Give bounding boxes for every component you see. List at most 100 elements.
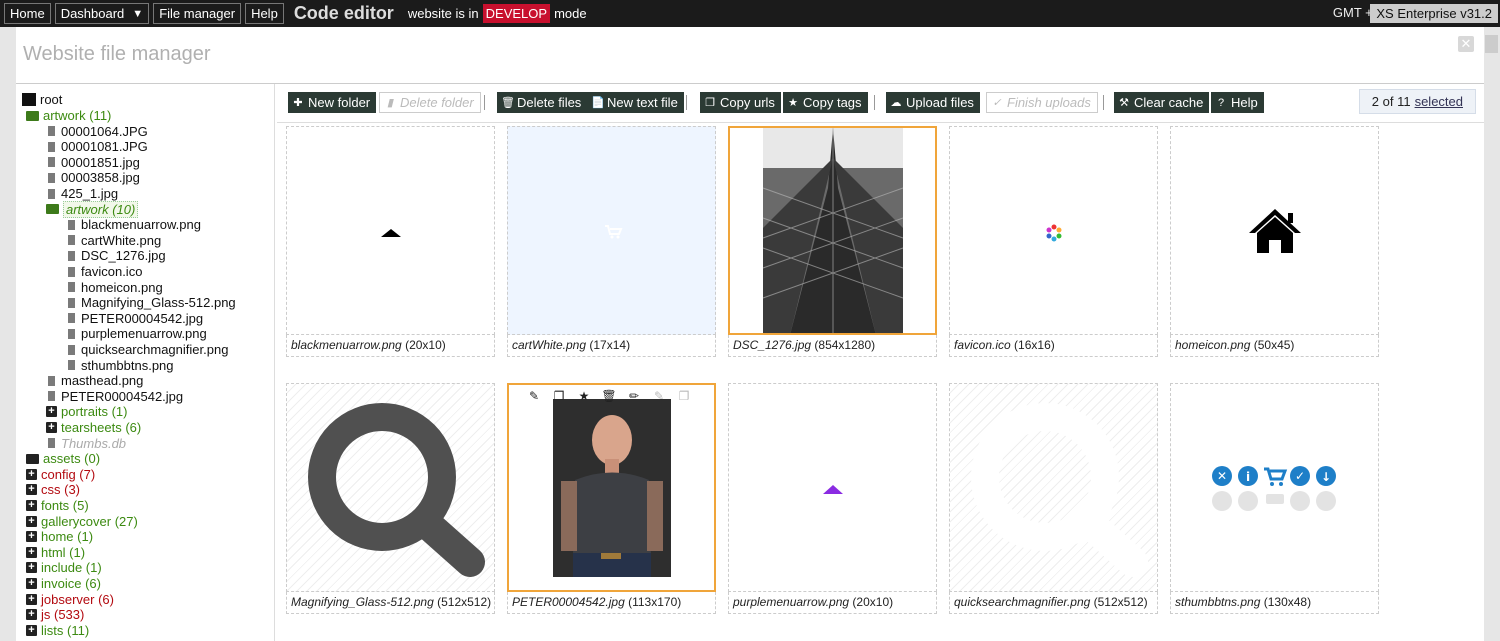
file-thumbnail[interactable] <box>949 383 1158 592</box>
tree-folder[interactable]: + config (7) <box>26 467 95 482</box>
tree-item-label: fonts (5) <box>41 498 89 513</box>
tree-folder[interactable]: + portraits (1) <box>46 404 127 419</box>
file-manager-dialog: Website file manager ✕ root artwork (11)… <box>16 27 1484 641</box>
tree-folder[interactable]: + css (3) <box>26 482 80 497</box>
duplicate-icon[interactable]: ❐ <box>676 389 692 403</box>
tree-file[interactable]: masthead.png <box>46 373 143 388</box>
tree-item-label: sthumbbtns.png <box>81 357 174 373</box>
trash-icon[interactable]: 🗑 <box>601 389 617 403</box>
tree-folder[interactable]: assets (0) <box>26 451 100 466</box>
home-button[interactable]: Home <box>4 3 51 24</box>
clear-cache-button[interactable]: ⚒ Clear cache <box>1114 92 1210 113</box>
tree-file[interactable]: blackmenuarrow.png <box>66 217 201 232</box>
tree-item-label: cartWhite.png <box>81 232 162 248</box>
file-manager-button[interactable]: File manager <box>153 3 242 24</box>
tree-file[interactable]: quicksearchmagnifier.png <box>66 342 228 357</box>
file-tile[interactable]: ✕ i ✓ ↓ sthumbbtns.png (130x48) <box>1170 383 1379 614</box>
file-tile[interactable]: favicon.ico (16x16) <box>949 126 1158 357</box>
tree-file[interactable]: cartWhite.png <box>66 233 161 248</box>
file-thumbnail[interactable] <box>728 383 937 592</box>
tree-file[interactable]: 425_1.jpg <box>46 186 118 201</box>
file-name: homeicon.png <box>1175 338 1251 352</box>
expand-icon: + <box>26 609 37 621</box>
tree-folder[interactable]: + invoice (6) <box>26 576 101 591</box>
tree-file[interactable]: 00003858.jpg <box>46 170 140 185</box>
copy-tags-button[interactable]: ★ Copy tags <box>783 92 868 113</box>
magnifier-icon <box>308 403 485 577</box>
file-tile[interactable]: blackmenuarrow.png (20x10) <box>286 126 495 357</box>
tree-folder[interactable]: + fonts (5) <box>26 498 89 513</box>
tree-folder[interactable]: + include (1) <box>26 560 102 575</box>
tree-file[interactable]: 00001851.jpg <box>46 155 140 170</box>
file-dims: (130x48) <box>1263 595 1312 609</box>
file-dims: (20x10) <box>852 595 894 609</box>
expand-icon: + <box>26 593 37 605</box>
tree-folder[interactable]: artwork (10) <box>46 200 139 218</box>
file-icon <box>68 219 75 230</box>
tree-file[interactable]: PETER00004542.jpg <box>46 389 183 404</box>
file-tile-selected[interactable]: DSC_1276.jpg (854x1280) <box>728 126 937 357</box>
rename-icon[interactable]: ✏ <box>626 389 642 403</box>
file-tile[interactable]: Magnifying_Glass-512.png (512x512) <box>286 383 495 614</box>
tree-file[interactable]: purplemenuarrow.png <box>66 326 207 341</box>
tree-file[interactable]: sthumbbtns.png <box>66 358 174 373</box>
delete-folder-button[interactable]: ▮ Delete folder <box>379 92 481 113</box>
file-thumbnail[interactable] <box>507 383 716 592</box>
tree-folder[interactable]: + jobserver (6) <box>26 592 114 607</box>
tree-file[interactable]: favicon.ico <box>66 264 142 279</box>
tree-folder[interactable]: + gallerycover (27) <box>26 514 138 529</box>
file-thumbnail[interactable] <box>507 126 716 335</box>
copy-urls-button[interactable]: ❐ Copy urls <box>700 92 781 113</box>
file-tile-selected[interactable]: PETER00004542.jpg (113x170) <box>507 383 716 614</box>
close-icon[interactable]: ✕ <box>1458 36 1474 52</box>
file-thumbnail[interactable] <box>1170 126 1379 335</box>
tree-folder[interactable]: + js (533) <box>26 607 84 622</box>
file-thumbnail[interactable] <box>949 126 1158 335</box>
help-menu-button[interactable]: Help <box>245 3 284 24</box>
scrollbar[interactable] <box>1485 35 1498 53</box>
file-tile[interactable]: quicksearchmagnifier.png (512x512) <box>949 383 1158 614</box>
help-button[interactable]: ? Help <box>1211 92 1264 113</box>
edit-icon[interactable]: ✎ <box>651 389 667 403</box>
file-tile[interactable]: purplemenuarrow.png (20x10) <box>728 383 937 614</box>
tree-item-label: 425_1.jpg <box>61 186 119 201</box>
copy-icon[interactable]: ❐ <box>551 389 567 403</box>
file-thumbnail[interactable] <box>728 126 937 335</box>
building-photo <box>762 128 904 333</box>
tree-folder[interactable]: + home (1) <box>26 529 93 544</box>
file-dims: (512x512) <box>437 595 492 609</box>
cloud-upload-icon: ☁ <box>890 96 902 109</box>
tree-item-label: invoice (6) <box>41 576 101 591</box>
tree-file[interactable]: 00001081.JPG <box>46 139 148 154</box>
file-icon <box>68 297 75 308</box>
file-tile[interactable]: cartWhite.png (17x14) <box>507 126 716 357</box>
tree-file[interactable]: 00001064.JPG <box>46 124 148 139</box>
dashboard-menu[interactable]: Dashboard ▼ <box>54 3 150 24</box>
new-text-file-label: New text file <box>607 95 678 110</box>
file-thumbnail[interactable] <box>286 126 495 335</box>
tree-file[interactable]: PETER00004542.jpg <box>66 311 203 326</box>
tag-icon[interactable]: ★ <box>576 389 592 403</box>
file-tile[interactable]: homeicon.png (50x45) <box>1170 126 1379 357</box>
new-text-file-button[interactable]: 📄 New text file <box>587 92 684 113</box>
tree-folder[interactable]: + tearsheets (6) <box>46 420 141 435</box>
file-thumbnail[interactable] <box>286 383 495 592</box>
tree-item-label: homeicon.png <box>81 279 163 295</box>
file-thumbnail[interactable]: ✕ i ✓ ↓ <box>1170 383 1379 592</box>
tree-file[interactable]: Magnifying_Glass-512.png <box>66 295 236 310</box>
tree-file[interactable]: DSC_1276.jpg <box>66 248 166 263</box>
tree-folder[interactable]: + lists (11) <box>26 623 89 638</box>
tree-file[interactable]: homeicon.png <box>66 280 163 295</box>
tree-folder[interactable]: + html (1) <box>26 545 85 560</box>
tree-root[interactable]: root <box>22 92 62 107</box>
tree-folder[interactable]: artwork (11) <box>26 108 111 123</box>
status-prefix: website is in <box>407 6 479 21</box>
expand-icon: + <box>26 546 37 558</box>
selected-link[interactable]: selected <box>1415 94 1463 109</box>
delete-files-button[interactable]: 🗑 Delete files <box>497 92 588 113</box>
tree-file[interactable]: Thumbs.db <box>46 436 126 451</box>
new-folder-button[interactable]: ✚ New folder <box>288 92 377 113</box>
edit-image-icon[interactable]: ✎ <box>526 389 542 403</box>
upload-files-button[interactable]: ☁ Upload files <box>886 92 980 113</box>
finish-uploads-button[interactable]: ✓ Finish uploads <box>986 92 1098 113</box>
